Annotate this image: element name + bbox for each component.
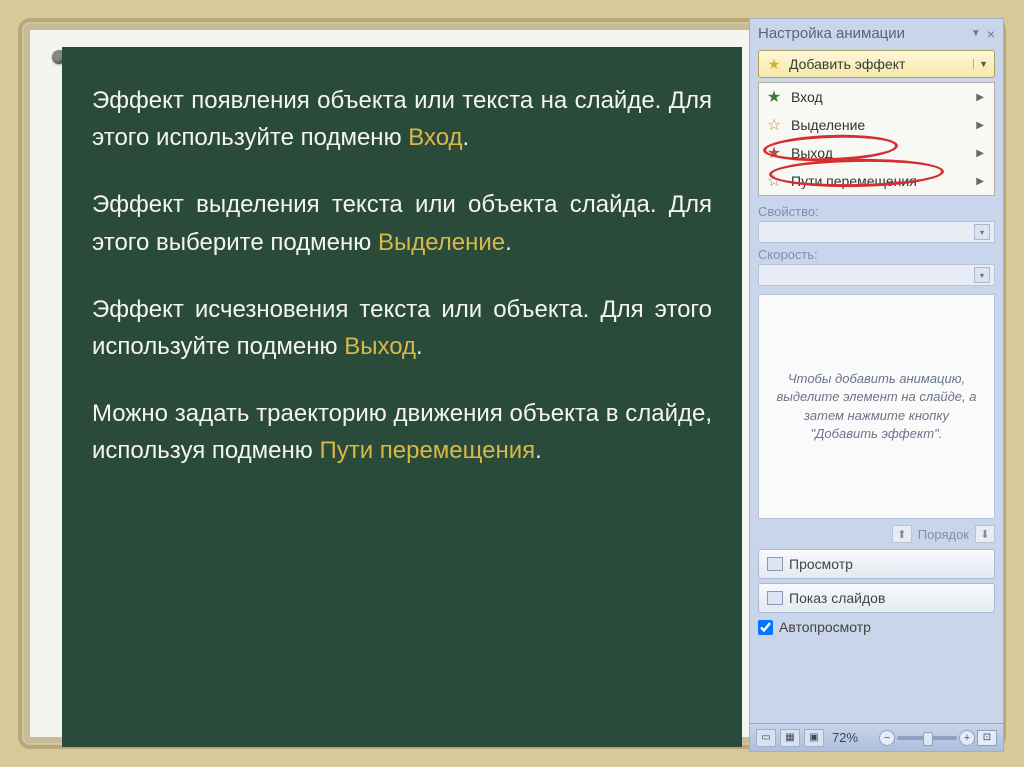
chevron-right-icon: ▶ [976, 92, 984, 103]
highlight-entry: Вход [408, 124, 462, 151]
star-icon: ★ [765, 55, 783, 73]
preview-button[interactable]: Просмотр [758, 549, 995, 579]
submenu-label: Вход [791, 89, 823, 105]
speed-dropdown[interactable]: ▾ [758, 264, 995, 286]
text: . [416, 333, 423, 360]
zoom-control: − + ⊡ [879, 730, 997, 746]
chevron-right-icon: ▶ [976, 148, 984, 159]
submenu-label: Пути перемещения [791, 173, 917, 189]
zoom-fit-button[interactable]: ⊡ [977, 730, 997, 746]
paragraph-emphasis: Эффект выделения текста или объекта слай… [92, 186, 712, 260]
field-property: Свойство: ▾ [758, 204, 995, 243]
panel-close-icon[interactable]: × [987, 26, 995, 42]
star-icon: ★ [765, 88, 783, 106]
button-label: Показ слайдов [789, 590, 885, 606]
add-effect-label: Добавить эффект [789, 56, 905, 72]
paragraph-motion: Можно задать траекторию движения объекта… [92, 395, 712, 469]
zoom-value: 72% [832, 730, 858, 745]
chevron-down-icon: ▼ [973, 59, 988, 69]
highlight-emphasis: Выделение [378, 229, 505, 256]
autopreview-row: Автопросмотр [758, 619, 995, 635]
order-down-button[interactable]: ⬇ [975, 525, 995, 543]
chevron-down-icon: ▾ [974, 224, 990, 240]
submenu-exit[interactable]: ★ Выход ▶ [759, 139, 994, 167]
field-speed: Скорость: ▾ [758, 247, 995, 286]
field-label: Скорость: [758, 247, 995, 264]
panel-title: Настройка анимации [758, 25, 905, 42]
view-slideshow-button[interactable]: ▣ [804, 729, 824, 747]
play-icon [767, 557, 783, 571]
add-effect-button[interactable]: ★ Добавить эффект ▼ [758, 50, 995, 78]
animation-panel: Настройка анимации ▼ × ★ Добавить эффект… [749, 18, 1004, 752]
text: . [463, 124, 470, 151]
button-label: Просмотр [789, 556, 853, 572]
chevron-down-icon: ▾ [974, 267, 990, 283]
star-icon: ☆ [765, 116, 783, 134]
view-normal-button[interactable]: ▭ [756, 729, 776, 747]
paragraph-entry: Эффект появления объекта или текста на с… [92, 82, 712, 156]
text: . [535, 437, 542, 464]
highlight-exit: Выход [344, 333, 416, 360]
chevron-right-icon: ▶ [976, 120, 984, 131]
checkbox-label: Автопросмотр [779, 619, 871, 635]
view-sorter-button[interactable]: ▦ [780, 729, 800, 747]
field-label: Свойство: [758, 204, 995, 221]
autopreview-checkbox[interactable] [758, 620, 773, 635]
effect-submenu: ★ Вход ▶ ☆ Выделение ▶ ★ Выход ▶ ☆ Пути … [758, 82, 995, 196]
property-dropdown[interactable]: ▾ [758, 221, 995, 243]
order-label: Порядок [918, 527, 969, 542]
submenu-emphasis[interactable]: ☆ Выделение ▶ [759, 111, 994, 139]
submenu-entry[interactable]: ★ Вход ▶ [759, 83, 994, 111]
chevron-right-icon: ▶ [976, 176, 984, 187]
zoom-out-button[interactable]: − [879, 730, 895, 746]
text: Эффект появления объекта или текста на с… [92, 87, 712, 151]
panel-header: Настройка анимации ▼ × [750, 19, 1003, 48]
chalkboard-content: Эффект появления объекта или текста на с… [62, 47, 742, 747]
zoom-slider[interactable] [897, 736, 957, 740]
slideshow-icon [767, 591, 783, 605]
slideshow-button[interactable]: Показ слайдов [758, 583, 995, 613]
submenu-label: Выделение [791, 117, 865, 133]
panel-menu-icon[interactable]: ▼ [971, 28, 981, 39]
submenu-motion[interactable]: ☆ Пути перемещения ▶ [759, 167, 994, 195]
paragraph-exit: Эффект исчезновения текста или объекта. … [92, 291, 712, 365]
zoom-in-button[interactable]: + [959, 730, 975, 746]
star-icon: ★ [765, 144, 783, 162]
order-up-button[interactable]: ⬆ [892, 525, 912, 543]
text: . [505, 229, 512, 256]
animation-list-placeholder: Чтобы добавить анимацию, выделите элемен… [758, 294, 995, 519]
status-bar: ▭ ▦ ▣ 72% − + ⊡ [750, 723, 1003, 751]
highlight-motion: Пути перемещения [319, 437, 535, 464]
submenu-label: Выход [791, 145, 833, 161]
star-icon: ☆ [765, 172, 783, 190]
order-controls: ⬆ Порядок ⬇ [758, 525, 995, 543]
placeholder-text: Чтобы добавить анимацию, выделите элемен… [774, 370, 979, 443]
